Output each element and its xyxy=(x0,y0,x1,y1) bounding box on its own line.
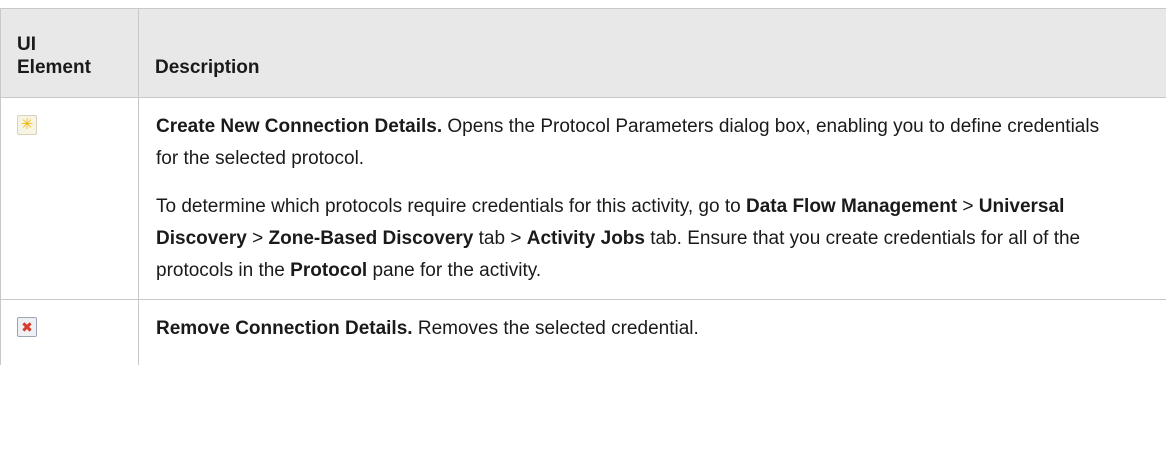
description-paragraph: Create New Connection Details. Opens the… xyxy=(156,111,1127,175)
description-text: To determine which protocols require cre… xyxy=(156,196,746,217)
menu-path-item: Data Flow Management xyxy=(745,196,958,217)
path-separator: > xyxy=(957,196,979,217)
header-description: Description xyxy=(138,8,1166,98)
description-paragraph: Remove Connection Details. Removes the s… xyxy=(156,313,1127,345)
description-text: pane for the activity. xyxy=(367,260,542,281)
ui-element-cell xyxy=(0,299,139,365)
new-star-icon xyxy=(17,115,37,135)
menu-path-item: Activity Jobs xyxy=(526,228,645,249)
element-title: Remove Connection Details. xyxy=(156,318,413,339)
header-ui-element: UI Element xyxy=(0,8,139,98)
element-title: Create New Connection Details. xyxy=(156,116,443,137)
header-ui-element-line1: UI xyxy=(17,34,36,55)
table-row: Remove Connection Details. Removes the s… xyxy=(0,299,1166,365)
description-text: tab > xyxy=(473,228,527,249)
description-cell: Remove Connection Details. Removes the s… xyxy=(138,299,1166,365)
description-cell: Create New Connection Details. Opens the… xyxy=(138,97,1166,300)
menu-path-item: Zone-Based Discovery xyxy=(268,228,474,249)
description-paragraph: To determine which protocols require cre… xyxy=(156,191,1127,287)
ui-element-table: UIElement Description Create New Connect… xyxy=(0,8,1166,365)
table-header-row: UI Element Description xyxy=(0,8,1166,98)
table-row: Create New Connection Details. Opens the… xyxy=(0,97,1166,300)
description-text: Removes the selected credential. xyxy=(412,318,699,339)
path-separator: > xyxy=(246,228,269,249)
pane-name: Protocol xyxy=(290,260,368,281)
ui-element-cell xyxy=(0,97,139,300)
remove-x-icon xyxy=(17,317,37,337)
header-ui-element-line2: Element xyxy=(17,57,91,78)
